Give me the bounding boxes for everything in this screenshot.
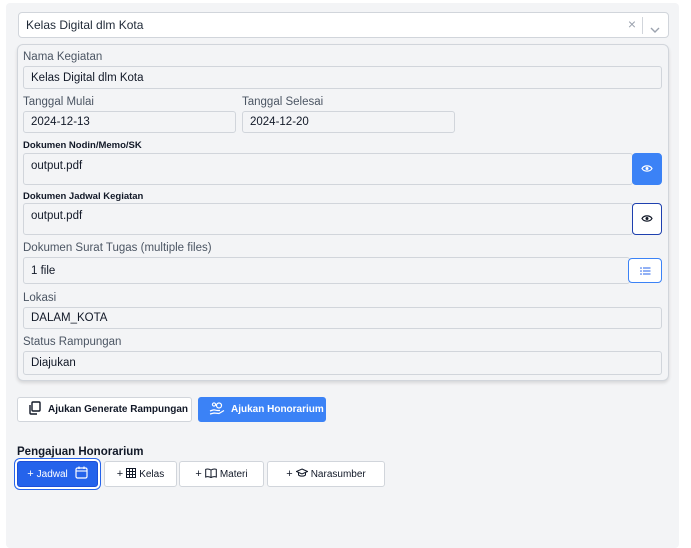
- ajukan-honorarium-button[interactable]: Ajukan Honorarium: [198, 397, 326, 422]
- lokasi-field[interactable]: DALAM_KOTA: [23, 307, 662, 329]
- nama-kegiatan-label: Nama Kegiatan: [23, 51, 103, 63]
- dokumen-nodin-label: Dokumen Nodin/Memo/SK: [23, 140, 142, 151]
- view-jadwal-button[interactable]: [632, 203, 662, 235]
- generate-rampungan-button[interactable]: Ajukan Generate Rampungan: [17, 397, 192, 422]
- list-icon: [639, 262, 651, 280]
- plus-icon: +: [195, 468, 202, 480]
- tanggal-selesai-label: Tanggal Selesai: [242, 96, 324, 108]
- copy-icon: [28, 401, 42, 418]
- tab-narasumber-label: Narasumber: [310, 468, 366, 480]
- generate-rampungan-label: Ajukan Generate Rampungan: [48, 404, 189, 415]
- status-rampungan-field[interactable]: Diajukan: [23, 351, 662, 375]
- chevron-down-icon[interactable]: [650, 21, 660, 39]
- dokumen-surat-tugas-field[interactable]: 1 file: [23, 257, 630, 284]
- graduation-cap-icon: [294, 467, 309, 481]
- dokumen-nodin-field[interactable]: output.pdf: [23, 153, 633, 185]
- tab-kelas-label: Kelas: [139, 468, 165, 480]
- ajukan-honorarium-label: Ajukan Honorarium: [231, 404, 324, 415]
- event-select-value: Kelas Digital dlm Kota: [26, 18, 144, 32]
- eye-icon: [641, 160, 653, 178]
- plus-icon: +: [27, 468, 34, 480]
- dokumen-jadwal-field[interactable]: output.pdf: [23, 203, 633, 235]
- hand-coins-icon: [209, 401, 225, 418]
- nama-kegiatan-field[interactable]: Kelas Digital dlm Kota: [23, 66, 662, 89]
- dokumen-jadwal-label: Dokumen Jadwal Kegiatan: [23, 191, 144, 202]
- plus-icon: +: [116, 468, 124, 480]
- tanggal-mulai-field[interactable]: 2024-12-13: [23, 111, 236, 133]
- tab-materi[interactable]: + Materi: [179, 461, 264, 487]
- tab-jadwal[interactable]: + Jadwal: [17, 461, 98, 487]
- tab-jadwal-label: Jadwal: [36, 468, 68, 480]
- event-select[interactable]: Kelas Digital dlm Kota ×: [18, 12, 669, 38]
- tanggal-mulai-label: Tanggal Mulai: [23, 96, 94, 108]
- tab-kelas[interactable]: + Kelas: [104, 461, 177, 487]
- eye-icon: [641, 210, 653, 228]
- clear-icon[interactable]: ×: [628, 16, 636, 32]
- view-nodin-button[interactable]: [632, 153, 662, 185]
- honorarium-section-title: Pengajuan Honorarium: [17, 446, 144, 458]
- tanggal-selesai-field[interactable]: 2024-12-20: [242, 111, 455, 133]
- tab-narasumber[interactable]: + Narasumber: [267, 461, 385, 487]
- plus-icon: +: [286, 468, 293, 480]
- book-icon: [205, 467, 217, 481]
- calendar-icon: [75, 466, 88, 482]
- table-icon: [126, 467, 137, 481]
- list-files-button[interactable]: [628, 258, 662, 283]
- lokasi-label: Lokasi: [23, 292, 57, 304]
- select-separator: [642, 17, 643, 34]
- tab-materi-label: Materi: [219, 468, 248, 480]
- dokumen-surat-tugas-label: Dokumen Surat Tugas (multiple files): [23, 242, 212, 254]
- status-rampungan-label: Status Rampungan: [23, 336, 122, 348]
